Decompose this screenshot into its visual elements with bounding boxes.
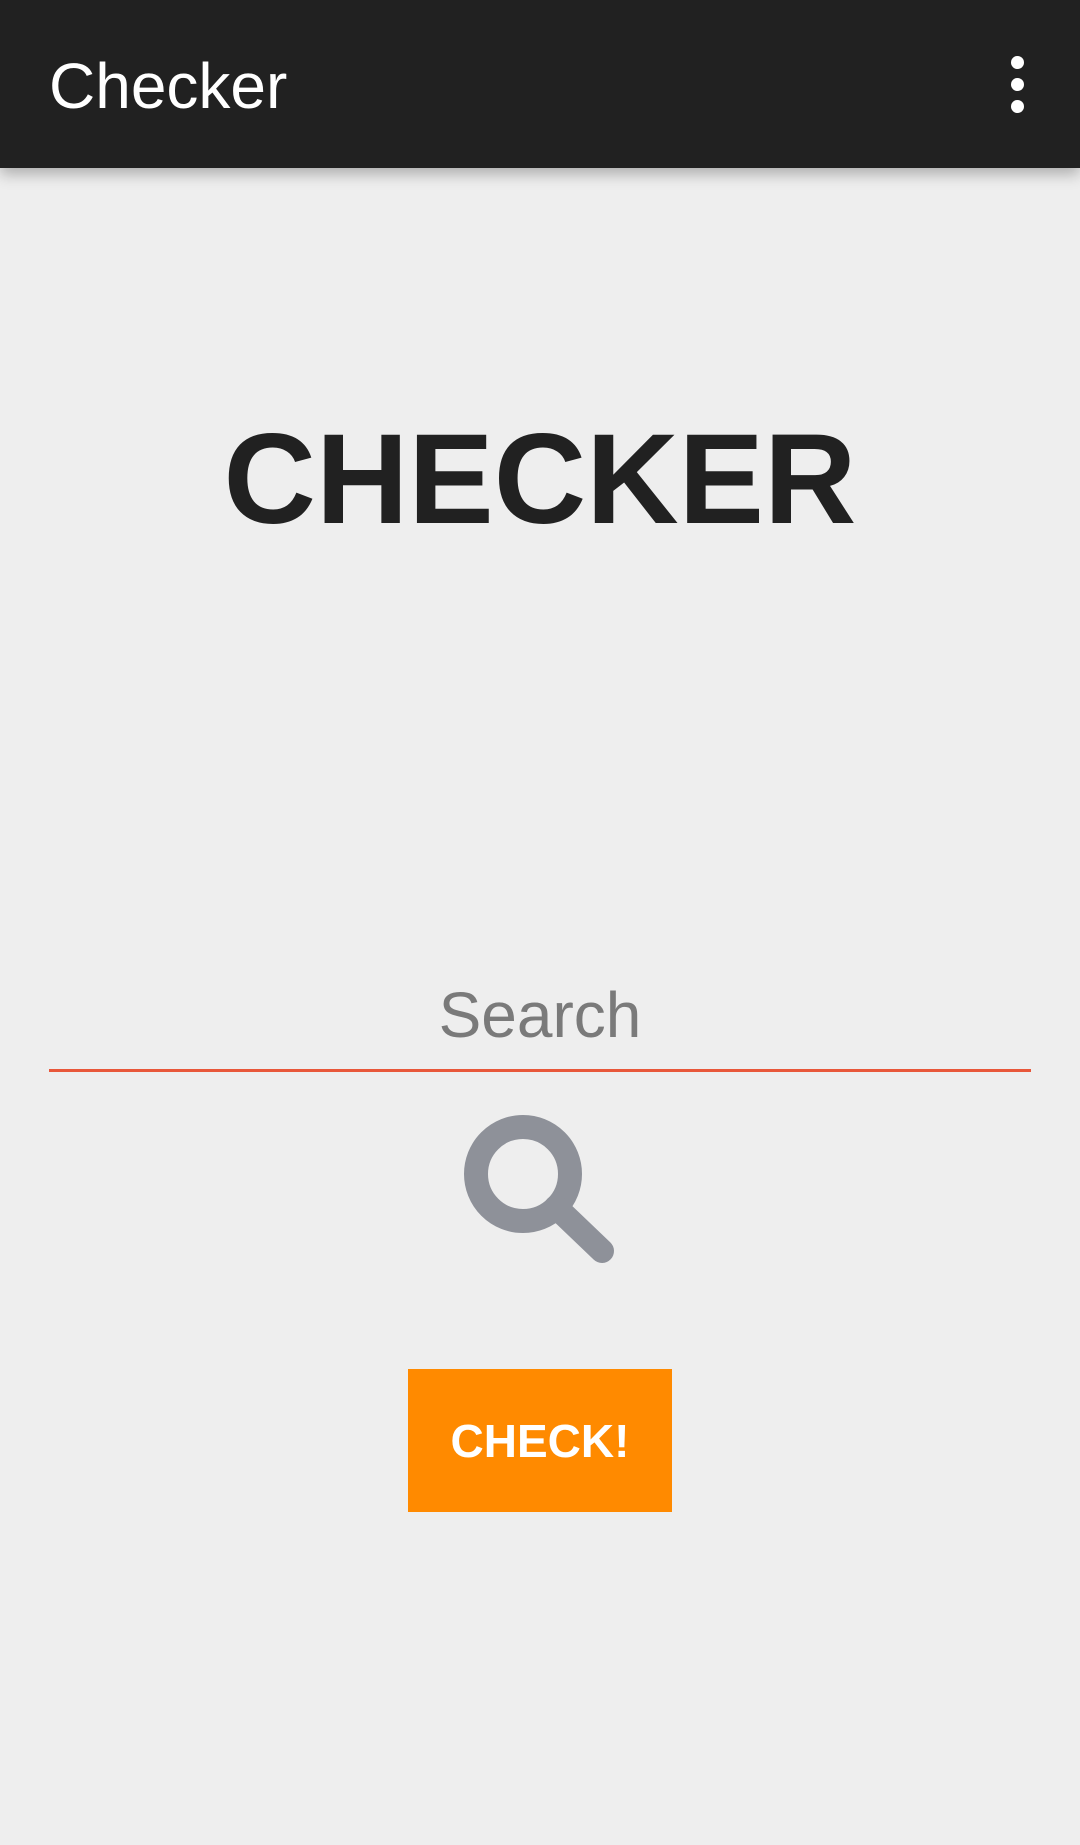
search-icon[interactable] — [462, 1113, 622, 1273]
overflow-menu-button[interactable] — [984, 44, 1050, 124]
more-vert-icon-dot — [1010, 99, 1024, 113]
check-button[interactable]: CHECK! — [408, 1369, 672, 1512]
more-vert-icon-dot — [1010, 77, 1024, 91]
app-title: Checker — [49, 50, 288, 122]
page-headline: CHECKER — [223, 408, 857, 551]
app-bar: Checker — [0, 0, 1080, 168]
more-vert-icon — [1010, 55, 1024, 69]
search-input[interactable] — [49, 960, 1031, 1072]
